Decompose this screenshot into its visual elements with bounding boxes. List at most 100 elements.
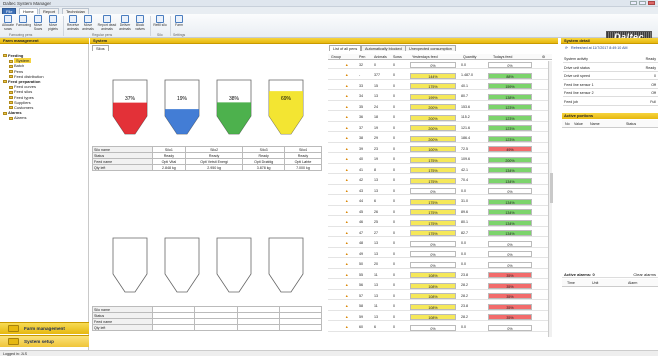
- pen-status-icon: ▲: [345, 104, 349, 109]
- silo-percent: 37%: [125, 96, 136, 102]
- refill-silo-button[interactable]: Refill silo: [153, 15, 167, 28]
- silo-fill-level: [165, 109, 199, 134]
- table-row[interactable]: ▲ 40 19 0 175% 109.6 200%: [328, 156, 552, 164]
- table-row[interactable]: ▲ 36 18 0 200% 115.2 123%: [328, 114, 552, 122]
- col-alarm[interactable]: Alarm: [628, 281, 637, 285]
- app-window: Daltec System Manager File Home Report T…: [0, 0, 658, 356]
- silo-3[interactable]: [216, 236, 252, 298]
- silo-4[interactable]: [268, 236, 304, 298]
- tree-item[interactable]: Alarms: [3, 115, 44, 120]
- col-group[interactable]: Group: [331, 55, 341, 59]
- pen-cell: 0: [393, 125, 395, 130]
- pen-cell: 0: [393, 167, 395, 172]
- table-row[interactable]: ▲ 32 0 0 0% 0.0 0%: [328, 61, 552, 69]
- minimize-button[interactable]: [630, 1, 637, 5]
- silo-percent: 19%: [177, 96, 188, 102]
- clear-alarms-button[interactable]: Clear alarms: [633, 272, 656, 278]
- window-title: Daltec System Manager: [3, 1, 52, 6]
- detail-row: Feed line sensor 2 Off: [563, 90, 658, 98]
- scroll-thumb[interactable]: [549, 173, 553, 203]
- vertical-scrollbar[interactable]: [548, 61, 553, 337]
- silo-4[interactable]: 69%: [268, 78, 304, 140]
- table-row[interactable]: ▲ 44 6 0 175% 31.0 134%: [328, 198, 552, 206]
- col-value[interactable]: Value: [574, 122, 583, 126]
- deliver-animals-button[interactable]: Deliver animals: [118, 15, 132, 31]
- todays-feed-cell: 0%: [488, 251, 532, 257]
- col-animals[interactable]: Animals: [374, 55, 387, 59]
- col-unit[interactable]: Unit: [592, 281, 598, 285]
- pen-cell: 0: [393, 188, 395, 193]
- col-name[interactable]: Name: [590, 122, 600, 126]
- col-todays-feed[interactable]: Todays feed: [493, 55, 512, 59]
- col-quantity[interactable]: Quantity: [463, 55, 476, 59]
- pen-status-icon: ▲: [345, 167, 349, 172]
- settings-icon[interactable]: ⚙: [542, 55, 545, 59]
- table-row[interactable]: ▲ 57 13 0 108% 28.2 35%: [328, 292, 552, 300]
- table-row[interactable]: ▲ 41 8 0 175% 42.1 134%: [328, 166, 552, 174]
- refresh-icon[interactable]: ⟳: [565, 45, 568, 52]
- quantity-cell: 115.2: [461, 115, 470, 119]
- block-valves-button[interactable]: Block valves: [133, 15, 147, 31]
- silo-1[interactable]: 37%: [112, 78, 148, 140]
- table-row[interactable]: ▲ 50 20 0 0% 0.0 0%: [328, 261, 552, 269]
- pen-cell: 58: [359, 304, 363, 308]
- quantity-cell: 23.8: [461, 272, 468, 277]
- table-row[interactable]: ▲ 55 11 0 108% 23.8 35%: [328, 271, 552, 279]
- col-no[interactable]: No: [565, 122, 570, 126]
- tab-list-of-all-pens[interactable]: List of all pens: [329, 45, 362, 51]
- todays-feed-cell: 0%: [488, 188, 532, 194]
- silo-cell: 2.950 kg: [184, 164, 244, 171]
- table-row[interactable]: ▲ 39 23 0 100% 72.5 49%: [328, 145, 552, 153]
- farm-settings-button[interactable]: Farm: [172, 15, 186, 28]
- table-row[interactable]: ▲ 42 13 0 175% 70.4 134%: [328, 177, 552, 185]
- report-dead-animals-button[interactable]: Report dead animals: [97, 15, 117, 31]
- table-row[interactable]: ▲ 49 13 0 0% 0.0 0%: [328, 250, 552, 258]
- tab-silos[interactable]: Silos: [92, 45, 109, 51]
- todays-feed-cell: 35%: [488, 314, 532, 320]
- table-row[interactable]: ▲ 33 15 0 175% 40.1 159%: [328, 82, 552, 90]
- silo-2[interactable]: 19%: [164, 78, 200, 140]
- maximize-button[interactable]: [639, 1, 646, 5]
- table-row[interactable]: ▲ 37 19 0 200% 121.6 123%: [328, 124, 552, 132]
- move-piglets-button[interactable]: Move piglets: [46, 15, 60, 31]
- silo-2[interactable]: [164, 236, 200, 298]
- table-row[interactable]: ▲ 58 11 0 108% 23.8 35%: [328, 303, 552, 311]
- yesterdays-feed-cell: 108%: [410, 272, 456, 278]
- col-status[interactable]: Status: [626, 122, 636, 126]
- tab-unexpected-consumption[interactable]: Unexpected consumption: [405, 45, 456, 51]
- receive-animals-button[interactable]: Receive animals: [66, 15, 80, 31]
- table-row[interactable]: ▲ 35 24 0 200% 153.6 123%: [328, 103, 552, 111]
- close-button[interactable]: [648, 1, 655, 5]
- table-row[interactable]: ▲ 45 26 0 175% 89.6 134%: [328, 208, 552, 216]
- col-yesterdays-feed[interactable]: Yesterdays feed: [412, 55, 438, 59]
- yesterdays-feed-cell: 175%: [410, 209, 456, 215]
- table-row[interactable]: ▲ 56 13 0 108% 28.2 35%: [328, 282, 552, 290]
- nav-farm-management[interactable]: Farm management: [0, 322, 89, 334]
- yesterdays-feed-cell: 0%: [410, 188, 456, 194]
- silo-3[interactable]: 38%: [216, 78, 252, 140]
- table-row[interactable]: ▲ - 377 0 144% 1.487.0 88%: [328, 72, 552, 80]
- allocate-sows-button[interactable]: Allocate sows: [1, 15, 15, 31]
- col-pen[interactable]: Pen: [359, 55, 365, 59]
- tab-automatically-blocked[interactable]: Automatically blocked: [361, 45, 406, 51]
- table-row[interactable]: ▲ 59 13 0 108% 28.2 35%: [328, 313, 552, 321]
- silo-1[interactable]: [112, 236, 148, 298]
- pen-status-icon: ▲: [345, 314, 349, 319]
- table-row[interactable]: ▲ 46 25 0 175% 80.1 134%: [328, 219, 552, 227]
- nav-system-setup[interactable]: System setup: [0, 335, 89, 347]
- table-row[interactable]: ▲ 60 6 0 0% 0.0 0%: [328, 324, 552, 332]
- yesterdays-feed-cell: 199%: [410, 93, 456, 100]
- col-time[interactable]: Time: [567, 281, 575, 285]
- table-row[interactable]: ▲ 34 13 0 199% 80.7 138%: [328, 93, 552, 101]
- table-row[interactable]: ▲ 43 13 0 0% 0.0 0%: [328, 187, 552, 195]
- system-header: System: [90, 38, 558, 44]
- table-row[interactable]: ▲ 38 29 0 200% 186.4 123%: [328, 135, 552, 143]
- pen-status-icon: ▲: [345, 272, 349, 277]
- col-sows[interactable]: Sows: [393, 55, 402, 59]
- farrowing-button[interactable]: Farrowing: [16, 15, 31, 28]
- table-row[interactable]: ▲ 48 13 0 0% 0.0 0%: [328, 240, 552, 248]
- move-sows-button[interactable]: Move Sows: [31, 15, 45, 31]
- move-animals-button[interactable]: Move animals: [81, 15, 95, 31]
- table-row[interactable]: ▲ 47 27 0 175% 82.7 134%: [328, 229, 552, 237]
- todays-feed-cell: 123%: [488, 125, 532, 131]
